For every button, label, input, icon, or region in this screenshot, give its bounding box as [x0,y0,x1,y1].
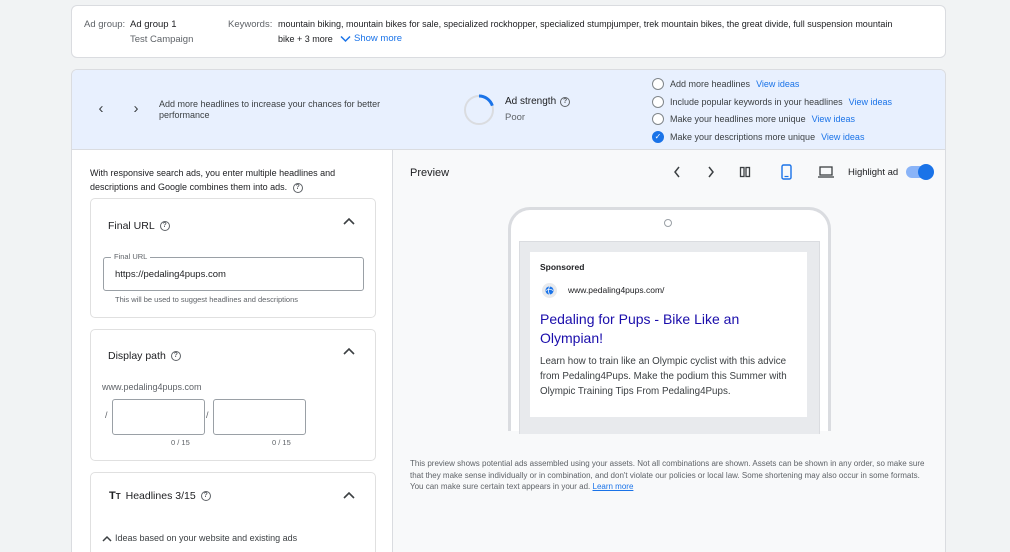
collapse-chevron-icon[interactable] [343,347,355,355]
asset-editor-column: With responsive search ads, you enter mu… [72,150,393,552]
final-url-hint: This will be used to suggest headlines a… [115,295,299,304]
path2-input[interactable] [213,399,306,435]
view-ideas-link[interactable]: View ideas [821,132,864,142]
ad-strength-title: Ad strength ? [505,96,571,107]
ad-strength-value: Poor [505,112,526,123]
display-path-title: Display path [108,350,166,362]
ad-group-label: Ad group: [84,19,126,30]
path1-input[interactable] [112,399,205,435]
headlines-heading: TT Headlines 3/15 ? [109,490,211,502]
keywords-list: mountain biking, mountain bikes for sale… [278,19,893,29]
text-format-icon: TT [109,490,121,502]
chevron-left-icon[interactable] [673,166,681,178]
preview-toolbar: Highlight ad [673,164,935,180]
globe-icon [542,283,557,298]
suggestion-item[interactable]: Add more headlines View ideas [652,77,892,91]
rsa-intro: With responsive search ads, you enter mu… [90,166,360,194]
view-ideas-link[interactable]: View ideas [812,114,855,124]
suggestion-text: Make your headlines more unique [670,114,806,124]
help-icon[interactable]: ? [292,182,303,193]
final-url-heading: Final URL ? [108,220,170,232]
strength-tip: Add more headlines to increase your chan… [159,99,381,120]
final-url-value[interactable]: https://pedaling4pups.com [115,269,226,280]
path-separator: / [206,410,209,420]
ad-editor-panel: ‹ › Add more headlines to increase your … [71,69,946,552]
ad-preview-card: Sponsored www.pedaling4pups.com/ Pedalin… [530,252,807,417]
view-ideas-link[interactable]: View ideas [849,97,892,107]
display-path-domain: www.pedaling4pups.com [102,382,202,392]
display-path-heading: Display path ? [108,350,181,362]
disclaimer-text: This preview shows potential ads assembl… [410,459,925,491]
path2-counter: 0 / 15 [272,438,291,447]
help-icon[interactable]: ? [170,351,181,361]
final-url-field-label: Final URL [111,252,151,261]
help-icon[interactable]: ? [159,221,170,231]
ad-strength-band: ‹ › Add more headlines to increase your … [72,70,945,150]
ad-strength-label: Ad strength [505,96,557,107]
radio-icon[interactable] [652,95,664,108]
toggle-knob [918,164,935,180]
ideas-label: Ideas based on your website and existing… [115,533,298,543]
ad-headline[interactable]: Pedaling for Pups - Bike Like an Olympia… [540,310,790,348]
camera-icon [664,219,672,227]
path1-counter: 0 / 15 [171,438,190,447]
collapse-chevron-icon[interactable] [343,217,355,225]
columns-view-icon[interactable] [739,166,751,178]
tip-prev-button[interactable]: ‹ [92,100,110,118]
chevron-down-icon [340,35,351,42]
suggestion-text: Make your descriptions more unique [670,131,816,142]
final-url-title: Final URL [108,220,155,232]
help-icon[interactable]: ? [200,491,211,501]
learn-more-link[interactable]: Learn more [593,482,634,491]
chevron-right-icon[interactable] [707,166,715,178]
phone-mockup: Sponsored www.pedaling4pups.com/ Pedalin… [508,207,831,434]
headlines-section: TT Headlines 3/15 ? Ideas based on your … [90,472,376,552]
desktop-device-icon[interactable] [818,166,834,178]
headlines-title: Headlines 3/15 [125,490,196,502]
path-separator: / [105,410,108,420]
tip-next-button[interactable]: › [127,100,145,118]
radio-icon[interactable] [652,78,664,90]
suggestion-item[interactable]: ✓ Make your descriptions more unique Vie… [652,130,892,144]
highlight-ad-toggle[interactable] [906,164,935,180]
radio-icon[interactable] [652,113,664,125]
sponsored-label: Sponsored [540,262,585,272]
preview-disclaimer: This preview shows potential ads assembl… [410,458,928,493]
suggestion-item[interactable]: Make your headlines more unique View ide… [652,112,892,126]
highlight-ad-label: Highlight ad [848,166,899,178]
chevron-up-icon [102,535,112,542]
suggestion-text: Include popular keywords in your headlin… [670,96,843,107]
ad-frame: Sponsored www.pedaling4pups.com/ Pedalin… [519,241,820,434]
ad-description: Learn how to train like an Olympic cycli… [540,356,787,397]
strength-suggestions: Add more headlines View ideas Include po… [652,77,892,144]
final-url-section: Final URL ? Final URL https://pedaling4p… [90,198,376,318]
display-path-section: Display path ? www.pedaling4pups.com / /… [90,329,376,461]
collapse-chevron-icon[interactable] [343,491,355,499]
ad-group-summary-card: Ad group: Ad group 1 Test Campaign Keywo… [71,5,946,58]
ad-strength-ring-icon [463,94,495,126]
suggestion-item[interactable]: Include popular keywords in your headlin… [652,95,892,109]
preview-column: Preview Highlight ad Sponsored www.pedal… [393,150,945,552]
final-url-field[interactable]: Final URL https://pedaling4pups.com [103,252,364,291]
campaign-name: Test Campaign [130,34,194,45]
help-icon[interactable]: ? [560,96,571,107]
view-ideas-link[interactable]: View ideas [756,79,799,89]
suggestion-text: Add more headlines [670,79,751,89]
mobile-device-icon[interactable] [781,164,792,180]
keywords-more-count: bike + 3 more [278,34,333,44]
check-circle-icon[interactable]: ✓ [652,130,664,143]
ad-group-value: Ad group 1 [130,19,177,30]
show-more-label: Show more [354,33,403,44]
show-more-link[interactable]: Show more [340,33,402,44]
ad-display-url: www.pedaling4pups.com/ [568,285,665,295]
preview-title: Preview [410,167,450,179]
ideas-toggle[interactable]: Ideas based on your website and existing… [102,533,297,543]
keywords-label: Keywords: [228,19,273,30]
